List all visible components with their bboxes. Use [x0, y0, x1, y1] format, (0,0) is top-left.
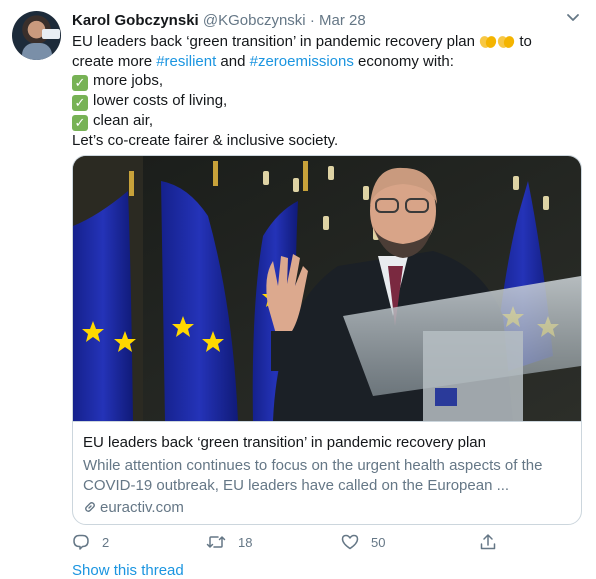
list-item: ✓ more jobs,	[72, 71, 577, 92]
list-item-text: more jobs,	[93, 72, 164, 90]
tweet-line-2-before: create more	[72, 52, 153, 70]
card-description-line: While attention continues to focus on th…	[83, 457, 543, 474]
show-thread-link[interactable]: Show this thread	[72, 562, 184, 579]
tweet-line-2-mid: and	[220, 52, 246, 70]
tweet-line-2: create more #resilient and #zeroemission…	[72, 52, 577, 72]
tweet-date[interactable]: Mar 28	[319, 12, 366, 29]
list-item: ✓ clean air,	[72, 111, 577, 132]
separator: ·	[309, 12, 315, 29]
retweet-count: 18	[238, 534, 253, 550]
card-body[interactable]: EU leaders back ‘green transition’ in pa…	[73, 421, 581, 524]
avatar-shirt	[22, 43, 52, 60]
tweet-text: EU leaders back ‘green transition’ in pa…	[72, 32, 577, 151]
reply-button[interactable]: 2	[72, 533, 109, 551]
action-bar: 2 18 50	[0, 533, 596, 555]
list-item-text: lower costs of living,	[93, 92, 228, 110]
author-name[interactable]: Karol Gobczynski	[72, 12, 199, 29]
tweet-line-1-text: EU leaders back ‘green transition’ in pa…	[72, 33, 475, 50]
tweet-line-1: EU leaders back ‘green transition’ in pa…	[72, 32, 577, 52]
hashtag-resilient[interactable]: #resilient	[156, 53, 216, 70]
list-item: ✓ lower costs of living,	[72, 91, 577, 112]
check-icon: ✓	[72, 95, 88, 112]
like-icon	[341, 534, 359, 550]
clap-icon	[498, 36, 515, 48]
card-domain-text: euractiv.com	[100, 499, 184, 516]
link-icon	[85, 502, 95, 512]
card-description-line: COVID-19 outbreak, EU leaders have calle…	[83, 477, 510, 494]
list-item-text: clean air,	[93, 112, 154, 130]
card-title[interactable]: EU leaders back ‘green transition’ in pa…	[83, 434, 486, 451]
share-button[interactable]	[479, 533, 509, 551]
reply-count: 2	[102, 534, 110, 550]
card-domain[interactable]: euractiv.com	[83, 499, 184, 516]
author-handle[interactable]: @KGobczynski	[203, 12, 306, 29]
share-icon	[480, 534, 496, 550]
reply-icon	[73, 534, 89, 550]
tweet-header: Karol Gobczynski @KGobczynski · Mar 28	[72, 11, 366, 31]
tweet-line-1-after: to	[519, 33, 532, 50]
link-card[interactable]: EU leaders back ‘green transition’ in pa…	[72, 155, 582, 525]
avatar-badge	[42, 29, 60, 39]
check-icon: ✓	[72, 115, 88, 132]
avatar[interactable]	[12, 11, 61, 60]
retweet-icon	[206, 536, 226, 548]
tweet-closing: Let’s co-create fairer & inclusive socie…	[72, 132, 339, 150]
card-image[interactable]	[73, 156, 581, 421]
like-count: 50	[371, 534, 386, 550]
check-icon: ✓	[72, 75, 88, 92]
like-button[interactable]: 50	[341, 533, 385, 551]
caret-down-icon[interactable]	[563, 8, 583, 28]
hashtag-zeroemissions[interactable]: #zeroemissions	[250, 53, 354, 70]
tweet-line-2-after: economy with:	[358, 52, 454, 70]
card-description: While attention continues to focus on th…	[83, 456, 573, 496]
clap-icon	[480, 36, 497, 48]
retweet-button[interactable]: 18	[206, 533, 252, 551]
